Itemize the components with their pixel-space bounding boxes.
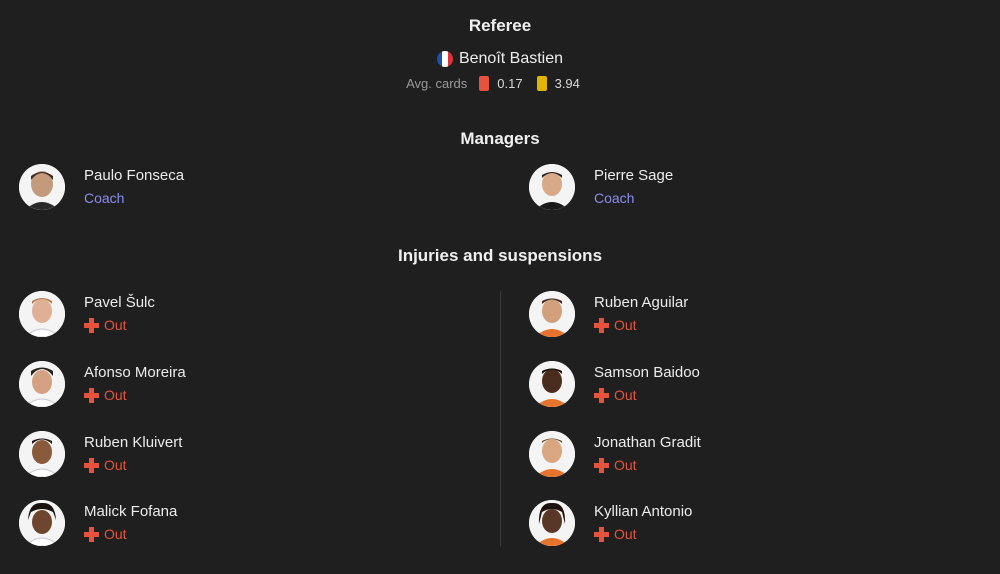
player-status: Out: [594, 524, 692, 544]
manager-name: Pierre Sage: [594, 167, 674, 184]
avatar: [529, 164, 575, 210]
avatar: [529, 361, 575, 407]
player-status: Out: [594, 385, 700, 405]
player-status: Out: [84, 455, 182, 475]
player-status: Out: [84, 385, 186, 405]
injury-cross-icon: [594, 387, 609, 403]
avatar: [529, 431, 575, 477]
injury-cross-icon: [84, 457, 99, 473]
avatar: [529, 291, 575, 337]
referee-heading: Referee: [468, 16, 532, 35]
red-card-icon: [479, 76, 490, 91]
player-name: Jonathan Gradit: [594, 434, 701, 451]
player-name: Ruben Aguilar: [594, 294, 689, 311]
player-status: Out: [84, 524, 177, 544]
manager-home[interactable]: Paulo Fonseca Coach: [19, 164, 184, 210]
player-name: Samson Baidoo: [594, 364, 700, 381]
player-name: Kyllian Antonio: [594, 503, 693, 520]
manager-role: Coach: [594, 190, 635, 206]
status-label: Out: [614, 387, 637, 403]
injured-player-home[interactable]: Malick Fofana Out: [19, 500, 177, 546]
column-divider: [500, 291, 501, 547]
player-name: Pavel Šulc: [84, 294, 155, 311]
player-name: Malick Fofana: [84, 503, 178, 520]
avatar: [19, 164, 65, 210]
player-status: Out: [594, 315, 688, 335]
injury-cross-icon: [84, 387, 99, 403]
injured-player-away[interactable]: Kyllian Antonio Out: [529, 500, 692, 546]
injured-player-away[interactable]: Samson Baidoo Out: [529, 361, 700, 407]
yellow-card-value: 3.94: [554, 76, 580, 91]
status-label: Out: [614, 526, 637, 542]
injured-player-home[interactable]: Ruben Kluivert Out: [19, 431, 182, 477]
player-status: Out: [84, 315, 155, 335]
avatar: [19, 361, 65, 407]
status-label: Out: [104, 457, 127, 473]
avatar: [19, 291, 65, 337]
player-status: Out: [594, 455, 701, 475]
injury-cross-icon: [594, 317, 609, 333]
avg-cards-label: Avg. cards: [406, 76, 468, 91]
player-name: Ruben Kluivert: [84, 434, 183, 451]
match-info-panel: Referee Benoît Bastien Avg. cards 0.17 3…: [0, 0, 1000, 574]
referee-cards: Avg. cards 0.17 3.94: [0, 76, 1000, 91]
injured-player-home[interactable]: Pavel Šulc Out: [19, 291, 155, 337]
player-name: Afonso Moreira: [84, 364, 186, 381]
referee-name[interactable]: Benoît Bastien: [459, 50, 563, 68]
manager-name: Paulo Fonseca: [84, 167, 185, 184]
status-label: Out: [104, 526, 127, 542]
referee-row: Benoît Bastien: [0, 50, 1000, 68]
injuries-heading: Injuries and suspensions: [397, 246, 603, 265]
injured-player-away[interactable]: Ruben Aguilar Out: [529, 291, 688, 337]
injury-cross-icon: [594, 526, 609, 542]
avatar: [529, 500, 575, 546]
status-label: Out: [614, 317, 637, 333]
injury-cross-icon: [84, 526, 99, 542]
status-label: Out: [104, 317, 127, 333]
status-label: Out: [104, 387, 127, 403]
avatar: [19, 500, 65, 546]
status-label: Out: [614, 457, 637, 473]
red-card-value: 0.17: [497, 76, 523, 91]
injured-player-home[interactable]: Afonso Moreira Out: [19, 361, 186, 407]
france-flag-icon: [436, 51, 453, 67]
injury-cross-icon: [594, 457, 609, 473]
avatar: [19, 431, 65, 477]
manager-role: Coach: [84, 190, 125, 206]
manager-away[interactable]: Pierre Sage Coach: [529, 164, 673, 210]
managers-heading: Managers: [460, 129, 540, 148]
injury-cross-icon: [84, 317, 99, 333]
yellow-card-icon: [536, 76, 547, 91]
injured-player-away[interactable]: Jonathan Gradit Out: [529, 431, 701, 477]
